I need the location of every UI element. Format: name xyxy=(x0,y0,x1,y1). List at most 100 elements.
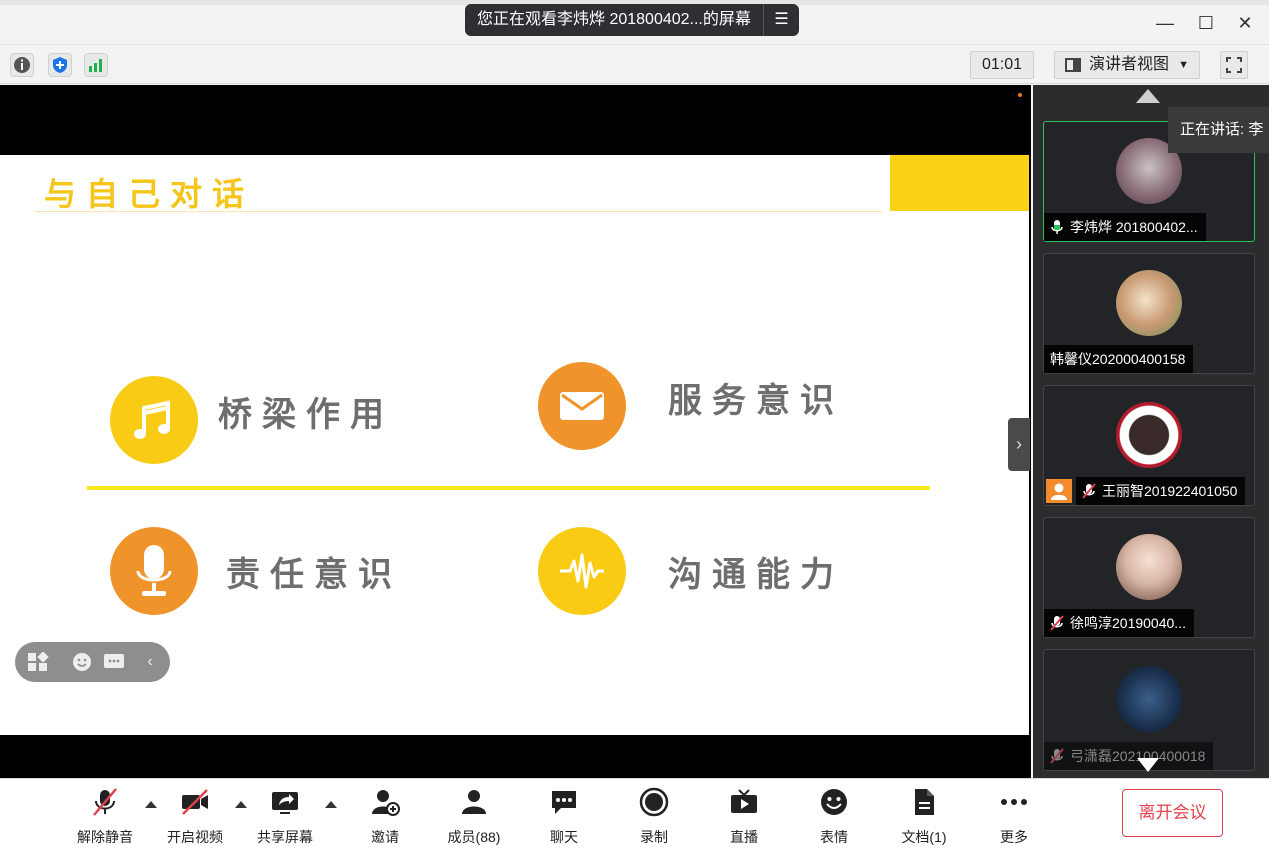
floating-toolbar: ‹ xyxy=(15,642,170,682)
collapse-left-icon[interactable]: ‹ xyxy=(139,652,161,672)
leave-meeting-button[interactable]: 离开会议 xyxy=(1122,789,1223,837)
mic-muted-icon xyxy=(1050,745,1064,764)
more-icon xyxy=(999,787,1029,817)
record-icon xyxy=(639,787,669,817)
record-button[interactable]: 录制 xyxy=(614,785,694,845)
emoji-icon xyxy=(819,787,849,817)
live-icon xyxy=(729,787,759,817)
speaking-tooltip: 正在讲话: 李 xyxy=(1168,107,1269,153)
invite-user-icon xyxy=(370,787,400,817)
scroll-up-icon[interactable] xyxy=(1136,89,1160,103)
meeting-toolbar: 01:01 演讲者视图 ▼ xyxy=(0,44,1269,84)
slide-item-label: 桥梁作用 xyxy=(218,395,394,435)
emoji-label: 表情 xyxy=(820,829,848,845)
apps-icon[interactable] xyxy=(27,651,49,672)
avatar xyxy=(1116,270,1182,336)
slide-divider xyxy=(87,486,930,490)
participant-nametag: 徐鸣淳20190040... xyxy=(1044,609,1194,637)
title-bar: 您正在观看李炜烨 201800402...的屏幕 ☰ — ☐ ✕ xyxy=(0,0,1269,44)
participant-name: 徐鸣淳20190040... xyxy=(1070,615,1186,631)
screen-share-banner-text: 您正在观看李炜烨 201800402...的屏幕 xyxy=(477,11,751,28)
meeting-window: 您正在观看李炜烨 201800402...的屏幕 ☰ — ☐ ✕ 01:01 演… xyxy=(0,0,1269,848)
slide-item-label: 服务意识 xyxy=(668,381,844,421)
bottom-control-bar: 解除静音 开启视频 共享屏幕 邀请 成员(88) 聊天 录制 直播 表情 文档(… xyxy=(0,778,1269,848)
shared-screen: 与自己对话 桥梁作用 服务意识 责任意识 沟通能力 ‹ xyxy=(0,85,1031,778)
title-underline xyxy=(36,211,882,212)
avatar xyxy=(1116,402,1182,468)
share-screen-button[interactable]: 共享屏幕 xyxy=(245,785,325,845)
documents-label: 文档(1) xyxy=(901,829,947,845)
live-button[interactable]: 直播 xyxy=(704,785,784,845)
signal-bars-icon[interactable] xyxy=(84,53,108,77)
envelope-icon xyxy=(538,362,626,450)
members-label: 成员(88) xyxy=(447,829,501,845)
microphone-icon xyxy=(110,527,198,615)
maximize-icon[interactable]: ☐ xyxy=(1191,9,1221,37)
chat-label: 聊天 xyxy=(550,829,578,845)
info-icon[interactable] xyxy=(10,53,34,77)
participant-tile[interactable]: 徐鸣淳20190040... xyxy=(1043,517,1255,638)
share-screen-icon xyxy=(270,787,300,817)
slide-title: 与自己对话 xyxy=(44,175,255,213)
more-button[interactable]: 更多 xyxy=(974,785,1054,845)
view-selector[interactable]: 演讲者视图 ▼ xyxy=(1054,51,1200,79)
screen-share-banner[interactable]: 您正在观看李炜烨 201800402...的屏幕 ☰ xyxy=(465,4,799,36)
presentation-slide: 与自己对话 桥梁作用 服务意识 责任意识 沟通能力 ‹ xyxy=(0,155,1029,735)
more-label: 更多 xyxy=(1000,829,1028,845)
mic-muted-icon xyxy=(90,787,120,817)
chevron-down-icon: ▼ xyxy=(1178,59,1189,71)
chat-icon xyxy=(549,787,579,817)
participant-nametag: 王丽智201922401050 xyxy=(1076,477,1246,505)
share-screen-label: 共享屏幕 xyxy=(257,829,313,845)
sidebar-toggle-icon[interactable]: › xyxy=(1008,418,1030,471)
close-icon[interactable]: ✕ xyxy=(1230,9,1260,37)
music-note-icon xyxy=(110,376,198,464)
participant-name: 李炜烨 201800402... xyxy=(1070,219,1198,235)
fullscreen-icon[interactable] xyxy=(1220,51,1248,79)
sound-wave-icon xyxy=(538,527,626,615)
minimize-icon[interactable]: — xyxy=(1150,9,1180,37)
unmute-button[interactable]: 解除静音 xyxy=(65,785,145,845)
meeting-timer: 01:01 xyxy=(970,51,1034,79)
avatar xyxy=(1116,534,1182,600)
menu-lines-icon[interactable]: ☰ xyxy=(763,4,799,36)
chevron-up-icon[interactable] xyxy=(325,801,337,808)
avatar xyxy=(1116,666,1182,732)
members-icon xyxy=(459,787,489,817)
participant-tile[interactable]: 韩馨仪202000400158 xyxy=(1043,253,1255,374)
mic-muted-icon xyxy=(1050,612,1064,631)
mic-muted-icon xyxy=(1082,480,1096,499)
participant-name: 王丽智201922401050 xyxy=(1102,483,1238,499)
view-selector-label: 演讲者视图 xyxy=(1089,56,1170,73)
shield-icon[interactable] xyxy=(48,53,72,77)
host-avatar-icon xyxy=(1046,479,1072,503)
start-video-label: 开启视频 xyxy=(167,829,223,845)
emoji-icon[interactable] xyxy=(71,652,93,672)
record-label: 录制 xyxy=(640,829,668,845)
scroll-down-icon[interactable] xyxy=(1137,758,1159,772)
mic-active-icon xyxy=(1050,216,1064,234)
unmute-label: 解除静音 xyxy=(77,829,133,845)
participant-tile[interactable]: 王丽智201922401050 xyxy=(1043,385,1255,506)
slide-item-label: 责任意识 xyxy=(226,555,402,595)
emoji-button[interactable]: 表情 xyxy=(794,785,874,845)
yellow-accent-block xyxy=(890,155,1029,211)
participant-nametag: 弓潇磊202100400018 xyxy=(1044,742,1214,770)
invite-label: 邀请 xyxy=(371,829,399,845)
indicator-dot xyxy=(1018,93,1022,97)
start-video-button[interactable]: 开启视频 xyxy=(155,785,235,845)
participant-name: 韩馨仪202000400158 xyxy=(1050,351,1186,367)
live-label: 直播 xyxy=(730,829,758,845)
documents-button[interactable]: 文档(1) xyxy=(884,785,964,845)
video-off-icon xyxy=(180,787,210,817)
participant-nametag: 韩馨仪202000400158 xyxy=(1044,345,1194,373)
speaker-view-icon xyxy=(1065,58,1081,72)
document-icon xyxy=(909,787,939,817)
members-button[interactable]: 成员(88) xyxy=(434,785,514,845)
chat-bubble-icon[interactable] xyxy=(103,652,125,672)
invite-button[interactable]: 邀请 xyxy=(345,785,425,845)
participant-tile[interactable]: 弓潇磊202100400018 xyxy=(1043,649,1255,771)
chat-button[interactable]: 聊天 xyxy=(524,785,604,845)
participant-nametag: 李炜烨 201800402... xyxy=(1044,213,1206,241)
slide-item-label: 沟通能力 xyxy=(668,555,844,595)
